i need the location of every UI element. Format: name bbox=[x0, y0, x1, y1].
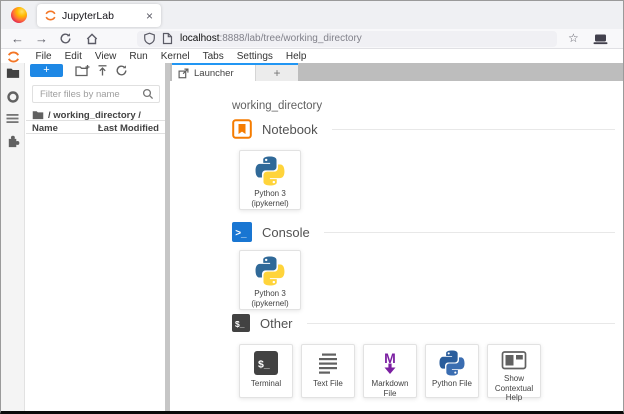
menu-kernel[interactable]: Kernel bbox=[154, 50, 196, 63]
menu-edit[interactable]: Edit bbox=[58, 50, 88, 63]
folder-icon[interactable] bbox=[32, 110, 44, 120]
running-sessions-icon[interactable] bbox=[6, 90, 20, 104]
card-label: Markdown File bbox=[364, 379, 416, 398]
file-list-header: Name ▲ Last Modified bbox=[26, 120, 165, 134]
card-console-python3[interactable]: Python 3 (ipykernel) bbox=[239, 250, 301, 310]
bookmark-star-icon[interactable]: ☆ bbox=[568, 31, 579, 45]
contextual-help-icon bbox=[501, 350, 527, 371]
file-filter-input[interactable] bbox=[38, 88, 142, 101]
file-browser-tab-icon[interactable] bbox=[6, 67, 20, 79]
back-icon[interactable]: ← bbox=[11, 31, 24, 47]
svg-text:>_: >_ bbox=[235, 228, 247, 239]
file-browser-panel: + bbox=[26, 63, 165, 411]
upload-icon[interactable] bbox=[96, 64, 109, 77]
section-rule bbox=[332, 129, 615, 130]
card-label: Python 3 (ipykernel) bbox=[249, 189, 290, 208]
card-label: Python File bbox=[430, 379, 474, 389]
table-of-contents-icon[interactable] bbox=[6, 113, 19, 124]
menu-view[interactable]: View bbox=[88, 50, 123, 63]
main-dock-panel: Launcher + working_directory Notebook bbox=[170, 63, 623, 411]
url-text: localhost:8888/lab/tree/working_director… bbox=[180, 33, 362, 44]
card-notebook-python3[interactable]: Python 3 (ipykernel) bbox=[239, 150, 301, 210]
browser-toolbar: ← → localhost:8888/lab/tree/working_dire… bbox=[1, 29, 623, 49]
card-label: Terminal bbox=[249, 379, 283, 389]
tab-launcher[interactable]: Launcher bbox=[172, 65, 255, 81]
menu-help[interactable]: Help bbox=[279, 50, 313, 63]
svg-text:$_: $_ bbox=[235, 319, 245, 329]
url-host: localhost bbox=[180, 33, 219, 44]
jupyter-favicon-icon bbox=[44, 10, 57, 21]
notebook-icon bbox=[232, 119, 252, 139]
card-show-contextual-help[interactable]: Show Contextual Help bbox=[487, 344, 541, 398]
menu-settings[interactable]: Settings bbox=[230, 50, 279, 63]
section-console: >_ Console bbox=[232, 222, 615, 242]
new-folder-icon[interactable] bbox=[75, 64, 90, 77]
browser-tab-title: JupyterLab bbox=[62, 10, 145, 22]
breadcrumb-path: / working_directory / bbox=[48, 110, 141, 121]
url-path: :8888/lab/tree/working_directory bbox=[219, 33, 361, 44]
add-tab-button[interactable]: + bbox=[255, 65, 298, 81]
column-last-modified[interactable]: Last Modified bbox=[98, 123, 159, 134]
launcher-cwd: working_directory bbox=[232, 100, 615, 112]
activity-bar bbox=[1, 63, 25, 411]
card-label: Python 3 (ipykernel) bbox=[249, 289, 290, 308]
launcher-tab-icon bbox=[178, 68, 189, 79]
section-label: Other bbox=[260, 316, 293, 331]
extension-manager-icon[interactable] bbox=[6, 134, 20, 148]
forward-icon[interactable]: → bbox=[35, 31, 48, 47]
search-icon bbox=[142, 88, 154, 100]
refresh-icon[interactable] bbox=[115, 64, 128, 77]
menu-run[interactable]: Run bbox=[123, 50, 154, 63]
home-icon[interactable] bbox=[85, 32, 99, 45]
reload-icon[interactable] bbox=[59, 32, 72, 45]
new-launcher-button[interactable]: + bbox=[30, 64, 63, 77]
jupyterlab-menu-bar: File Edit View Run Kernel Tabs Settings … bbox=[1, 50, 623, 63]
card-label: Text File bbox=[311, 379, 345, 389]
dock-tab-bar: Launcher + bbox=[170, 63, 623, 81]
markdown-icon: M bbox=[377, 350, 403, 376]
tab-close-icon[interactable]: × bbox=[145, 11, 154, 21]
browser-tab-bar: JupyterLab × bbox=[1, 1, 623, 29]
terminal-mini-icon: $_ bbox=[232, 314, 250, 332]
card-python-file[interactable]: Python File bbox=[425, 344, 479, 398]
shield-icon[interactable] bbox=[143, 32, 156, 45]
column-name[interactable]: Name bbox=[32, 123, 58, 134]
card-text-file[interactable]: Text File bbox=[301, 344, 355, 398]
launcher-panel: working_directory Notebook bbox=[170, 81, 623, 411]
file-filter-box bbox=[32, 85, 160, 103]
python-file-icon bbox=[439, 350, 465, 376]
jupyter-logo-icon bbox=[6, 51, 21, 63]
card-label: Show Contextual Help bbox=[488, 374, 540, 403]
send-to-device-icon[interactable] bbox=[593, 32, 608, 45]
section-notebook: Notebook bbox=[232, 119, 615, 139]
menu-tabs[interactable]: Tabs bbox=[196, 50, 230, 63]
section-label: Console bbox=[262, 225, 310, 240]
svg-text:$_: $_ bbox=[258, 359, 270, 371]
page-icon[interactable] bbox=[162, 32, 173, 45]
python-logo-icon bbox=[255, 156, 285, 186]
console-icon: >_ bbox=[232, 222, 252, 242]
firefox-logo-icon[interactable] bbox=[11, 7, 27, 23]
terminal-icon: $_ bbox=[254, 351, 278, 375]
screenshot-frame: JupyterLab × ← → localhost:8888/lab/tree… bbox=[0, 0, 624, 414]
card-terminal[interactable]: $_ Terminal bbox=[239, 344, 293, 398]
section-rule bbox=[324, 232, 615, 233]
section-other: $_ Other bbox=[232, 313, 615, 333]
section-rule bbox=[307, 323, 615, 324]
section-label: Notebook bbox=[262, 122, 318, 137]
card-markdown-file[interactable]: M Markdown File bbox=[363, 344, 417, 398]
text-file-icon bbox=[316, 351, 340, 375]
jupyterlab-workspace: + bbox=[1, 63, 623, 411]
browser-tab[interactable]: JupyterLab × bbox=[37, 4, 161, 27]
url-bar[interactable]: localhost:8888/lab/tree/working_director… bbox=[137, 31, 557, 47]
menu-file[interactable]: File bbox=[29, 50, 58, 63]
python-logo-icon bbox=[255, 256, 285, 286]
launcher-tab-label: Launcher bbox=[194, 68, 234, 79]
